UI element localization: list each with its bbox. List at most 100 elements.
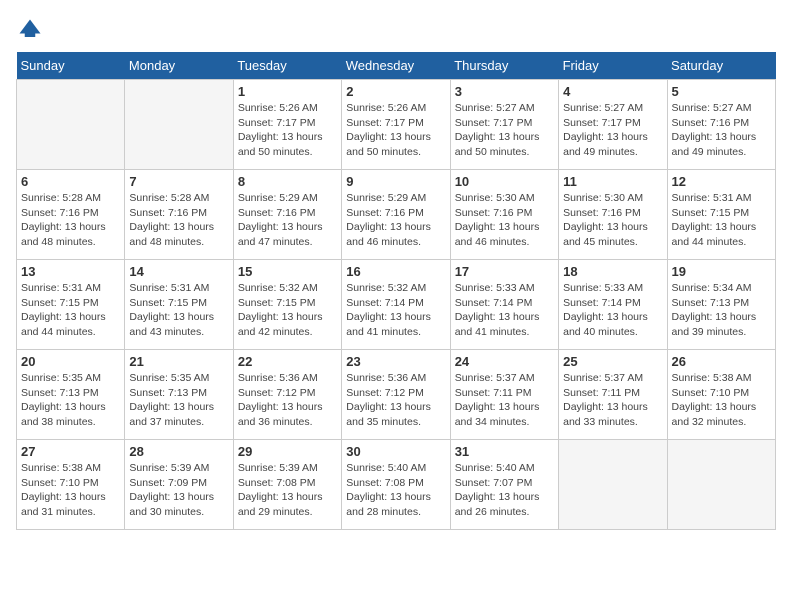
calendar-cell: 5Sunrise: 5:27 AM Sunset: 7:16 PM Daylig… [667,80,775,170]
logo [16,16,48,44]
day-info: Sunrise: 5:39 AM Sunset: 7:08 PM Dayligh… [238,461,337,520]
day-number: 24 [455,354,554,369]
day-info: Sunrise: 5:32 AM Sunset: 7:15 PM Dayligh… [238,281,337,340]
day-info: Sunrise: 5:27 AM Sunset: 7:17 PM Dayligh… [455,101,554,160]
day-info: Sunrise: 5:31 AM Sunset: 7:15 PM Dayligh… [672,191,771,250]
calendar-cell [667,440,775,530]
day-number: 4 [563,84,662,99]
day-number: 27 [21,444,120,459]
calendar-cell [17,80,125,170]
calendar-cell: 10 Sunrise: 5:30 AM Sunset: 7:16 PM Dayli… [450,170,558,260]
calendar-cell: 4 Sunrise: 5:27 AM Sunset: 7:17 PM Daylig… [559,80,667,170]
calendar-cell: 8 Sunrise: 5:29 AM Sunset: 7:16 PM Daylig… [233,170,341,260]
calendar-cell: 28Sunrise: 5:39 AM Sunset: 7:09 PM Dayli… [125,440,233,530]
calendar-cell: 19 Sunrise: 5:34 AM Sunset: 7:13 PM Dayli… [667,260,775,350]
calendar-cell: 3 Sunrise: 5:27 AM Sunset: 7:17 PM Daylig… [450,80,558,170]
day-info: Sunrise: 5:29 AM Sunset: 7:16 PM Dayligh… [346,191,445,250]
week-row-3: 13 Sunrise: 5:31 AM Sunset: 7:15 PM Dayli… [17,260,776,350]
day-number: 6 [21,174,120,189]
day-info: Sunrise: 5:38 AM Sunset: 7:10 PM Dayligh… [21,461,120,520]
day-number: 19 [672,264,771,279]
calendar-cell: 21 Sunrise: 5:35 AM Sunset: 7:13 PM Dayli… [125,350,233,440]
calendar-cell: 25Sunrise: 5:37 AM Sunset: 7:11 PM Dayli… [559,350,667,440]
calendar-cell: 17 Sunrise: 5:33 AM Sunset: 7:14 PM Dayli… [450,260,558,350]
page-header [16,16,776,44]
col-header-sunday: Sunday [17,52,125,80]
day-number: 17 [455,264,554,279]
day-number: 8 [238,174,337,189]
day-number: 16 [346,264,445,279]
calendar-cell: 23 Sunrise: 5:36 AM Sunset: 7:12 PM Dayli… [342,350,450,440]
day-info: Sunrise: 5:26 AM Sunset: 7:17 PM Dayligh… [238,101,337,160]
day-info: Sunrise: 5:29 AM Sunset: 7:16 PM Dayligh… [238,191,337,250]
day-info: Sunrise: 5:34 AM Sunset: 7:13 PM Dayligh… [672,281,771,340]
day-number: 13 [21,264,120,279]
day-number: 12 [672,174,771,189]
day-info: Sunrise: 5:35 AM Sunset: 7:13 PM Dayligh… [21,371,120,430]
day-number: 28 [129,444,228,459]
day-number: 10 [455,174,554,189]
week-row-1: 1Sunrise: 5:26 AM Sunset: 7:17 PM Daylig… [17,80,776,170]
day-info: Sunrise: 5:36 AM Sunset: 7:12 PM Dayligh… [238,371,337,430]
calendar-cell: 11 Sunrise: 5:30 AM Sunset: 7:16 PM Dayli… [559,170,667,260]
day-info: Sunrise: 5:26 AM Sunset: 7:17 PM Dayligh… [346,101,445,160]
calendar-cell: 14 Sunrise: 5:31 AM Sunset: 7:15 PM Dayli… [125,260,233,350]
day-info: Sunrise: 5:37 AM Sunset: 7:11 PM Dayligh… [563,371,662,430]
day-info: Sunrise: 5:31 AM Sunset: 7:15 PM Dayligh… [21,281,120,340]
day-info: Sunrise: 5:33 AM Sunset: 7:14 PM Dayligh… [563,281,662,340]
calendar-cell: 6 Sunrise: 5:28 AM Sunset: 7:16 PM Daylig… [17,170,125,260]
day-number: 7 [129,174,228,189]
day-number: 9 [346,174,445,189]
calendar-cell: 9 Sunrise: 5:29 AM Sunset: 7:16 PM Daylig… [342,170,450,260]
day-number: 11 [563,174,662,189]
calendar-cell: 30 Sunrise: 5:40 AM Sunset: 7:08 PM Dayli… [342,440,450,530]
day-info: Sunrise: 5:28 AM Sunset: 7:16 PM Dayligh… [21,191,120,250]
day-info: Sunrise: 5:33 AM Sunset: 7:14 PM Dayligh… [455,281,554,340]
day-number: 26 [672,354,771,369]
calendar-cell: 24 Sunrise: 5:37 AM Sunset: 7:11 PM Dayli… [450,350,558,440]
calendar-cell [559,440,667,530]
day-number: 18 [563,264,662,279]
day-info: Sunrise: 5:32 AM Sunset: 7:14 PM Dayligh… [346,281,445,340]
day-info: Sunrise: 5:28 AM Sunset: 7:16 PM Dayligh… [129,191,228,250]
day-info: Sunrise: 5:27 AM Sunset: 7:16 PM Dayligh… [672,101,771,160]
week-row-2: 6 Sunrise: 5:28 AM Sunset: 7:16 PM Daylig… [17,170,776,260]
day-info: Sunrise: 5:27 AM Sunset: 7:17 PM Dayligh… [563,101,662,160]
col-header-tuesday: Tuesday [233,52,341,80]
day-info: Sunrise: 5:30 AM Sunset: 7:16 PM Dayligh… [563,191,662,250]
day-number: 31 [455,444,554,459]
day-number: 30 [346,444,445,459]
week-row-4: 20Sunrise: 5:35 AM Sunset: 7:13 PM Dayli… [17,350,776,440]
day-number: 29 [238,444,337,459]
calendar-cell: 22 Sunrise: 5:36 AM Sunset: 7:12 PM Dayli… [233,350,341,440]
day-info: Sunrise: 5:40 AM Sunset: 7:08 PM Dayligh… [346,461,445,520]
day-info: Sunrise: 5:31 AM Sunset: 7:15 PM Dayligh… [129,281,228,340]
col-header-wednesday: Wednesday [342,52,450,80]
day-number: 23 [346,354,445,369]
day-number: 3 [455,84,554,99]
calendar-cell: 20Sunrise: 5:35 AM Sunset: 7:13 PM Dayli… [17,350,125,440]
day-info: Sunrise: 5:35 AM Sunset: 7:13 PM Dayligh… [129,371,228,430]
day-info: Sunrise: 5:37 AM Sunset: 7:11 PM Dayligh… [455,371,554,430]
calendar-table: SundayMondayTuesdayWednesdayThursdayFrid… [16,52,776,530]
col-header-friday: Friday [559,52,667,80]
calendar-cell: 12 Sunrise: 5:31 AM Sunset: 7:15 PM Dayli… [667,170,775,260]
day-number: 15 [238,264,337,279]
calendar-cell: 7 Sunrise: 5:28 AM Sunset: 7:16 PM Daylig… [125,170,233,260]
calendar-cell: 1Sunrise: 5:26 AM Sunset: 7:17 PM Daylig… [233,80,341,170]
calendar-cell: 15 Sunrise: 5:32 AM Sunset: 7:15 PM Dayli… [233,260,341,350]
logo-icon [16,16,44,44]
day-info: Sunrise: 5:40 AM Sunset: 7:07 PM Dayligh… [455,461,554,520]
day-number: 14 [129,264,228,279]
calendar-cell: 29 Sunrise: 5:39 AM Sunset: 7:08 PM Dayli… [233,440,341,530]
day-info: Sunrise: 5:30 AM Sunset: 7:16 PM Dayligh… [455,191,554,250]
day-info: Sunrise: 5:36 AM Sunset: 7:12 PM Dayligh… [346,371,445,430]
calendar-cell: 18 Sunrise: 5:33 AM Sunset: 7:14 PM Dayli… [559,260,667,350]
col-header-monday: Monday [125,52,233,80]
calendar-cell: 26Sunrise: 5:38 AM Sunset: 7:10 PM Dayli… [667,350,775,440]
calendar-cell: 27 Sunrise: 5:38 AM Sunset: 7:10 PM Dayli… [17,440,125,530]
day-number: 22 [238,354,337,369]
col-header-saturday: Saturday [667,52,775,80]
day-number: 21 [129,354,228,369]
calendar-cell: 2Sunrise: 5:26 AM Sunset: 7:17 PM Daylig… [342,80,450,170]
